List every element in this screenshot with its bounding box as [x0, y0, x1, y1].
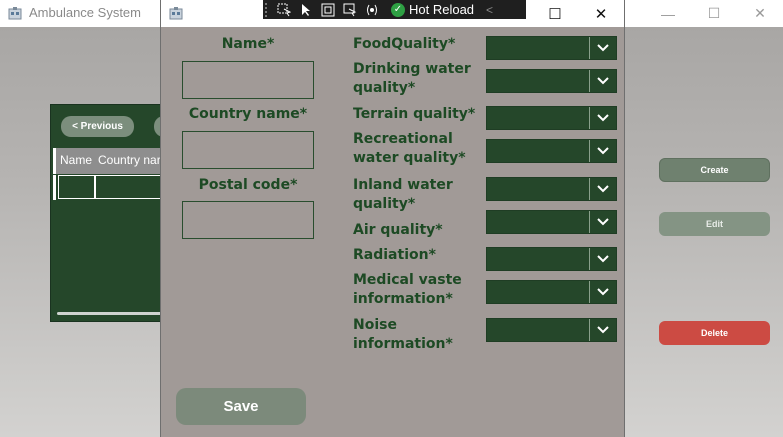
noise-information-select[interactable]	[486, 318, 617, 342]
radiation-label: Radiation*	[353, 247, 436, 263]
chevron-down-icon[interactable]	[589, 140, 616, 162]
maximize-button[interactable]: ☐	[691, 0, 737, 27]
chevron-down-icon[interactable]	[589, 70, 616, 92]
select-element-icon[interactable]	[273, 0, 295, 19]
grid-header: Name Country nar	[53, 148, 164, 174]
terrain-quality-select[interactable]	[486, 106, 617, 130]
name-field[interactable]	[182, 61, 314, 99]
chevron-down-icon[interactable]	[589, 211, 616, 233]
food-quality-label: FoodQuality*	[353, 36, 456, 52]
hot-reload-check-icon: ✓	[391, 2, 405, 17]
grid-column-country[interactable]: Country nar	[98, 153, 161, 167]
drinking-water-quality-select[interactable]	[486, 69, 617, 93]
inland-water-quality-label: Inland water quality*	[353, 177, 453, 212]
hot-reload-label: Hot Reload	[409, 2, 475, 17]
air-quality-label: Air quality*	[353, 222, 443, 238]
postal-code-label: Postal code*	[198, 177, 298, 193]
chevron-down-icon[interactable]	[589, 248, 616, 270]
terrain-quality-label: Terrain quality*	[353, 106, 476, 122]
edit-dialog: ☐ ✕ Name* Country name* Postal code* Foo…	[160, 0, 625, 437]
create-button[interactable]: Create	[659, 158, 770, 182]
recreational-water-quality-select[interactable]	[486, 139, 617, 163]
save-button[interactable]: Save	[176, 388, 306, 425]
horizontal-scrollbar[interactable]	[57, 312, 162, 315]
minimize-button[interactable]: —	[645, 0, 691, 27]
main-window-title: Ambulance System	[29, 5, 141, 20]
chevron-down-icon[interactable]	[589, 178, 616, 200]
air-quality-select[interactable]	[486, 210, 617, 234]
delete-button[interactable]: Delete	[659, 321, 770, 345]
medical-waste-information-select[interactable]	[486, 280, 617, 304]
drinking-water-quality-label: Drinking water quality*	[353, 61, 471, 96]
app-icon	[8, 7, 22, 20]
dialog-maximize-button[interactable]: ☐	[532, 0, 578, 27]
collapse-toolbar-icon[interactable]: <	[486, 3, 493, 17]
noise-information-label: Noise information*	[353, 317, 453, 352]
grid-cell[interactable]	[95, 175, 167, 199]
chevron-down-icon[interactable]	[589, 37, 616, 59]
chevron-down-icon[interactable]	[589, 107, 616, 129]
track-focus-icon[interactable]	[339, 0, 361, 19]
pointer-icon[interactable]	[295, 0, 317, 19]
country-name-field[interactable]	[182, 131, 314, 169]
postal-code-field[interactable]	[182, 201, 314, 239]
binding-failures-icon[interactable]	[361, 0, 383, 19]
country-name-label: Country name*	[188, 106, 308, 122]
close-button[interactable]: ✕	[737, 0, 783, 27]
previous-button[interactable]: < Previous	[61, 116, 134, 137]
chevron-down-icon[interactable]	[589, 281, 616, 303]
layout-adorner-icon[interactable]	[317, 0, 339, 19]
dialog-close-button[interactable]: ✕	[578, 0, 624, 27]
radiation-select[interactable]	[486, 247, 617, 271]
name-label: Name*	[221, 36, 275, 52]
hot-reload-status[interactable]: ✓ Hot Reload	[391, 2, 474, 17]
hot-reload-toolbar: ✓ Hot Reload <	[263, 0, 526, 19]
edit-button[interactable]: Edit	[659, 212, 770, 236]
food-quality-select[interactable]	[486, 36, 617, 60]
medical-waste-information-label: Medical vaste information*	[353, 272, 462, 307]
table-row[interactable]	[53, 175, 167, 200]
inland-water-quality-select[interactable]	[486, 177, 617, 201]
recreational-water-quality-label: Recreational water quality*	[353, 131, 466, 166]
grid-cell[interactable]	[58, 175, 95, 199]
records-panel: < Previous Name Country nar	[50, 104, 174, 322]
chevron-down-icon[interactable]	[589, 319, 616, 341]
records-grid[interactable]: Name Country nar	[53, 148, 167, 200]
app-icon	[169, 7, 183, 20]
grid-column-name[interactable]: Name	[60, 153, 92, 167]
toolbar-grip[interactable]	[265, 0, 273, 19]
